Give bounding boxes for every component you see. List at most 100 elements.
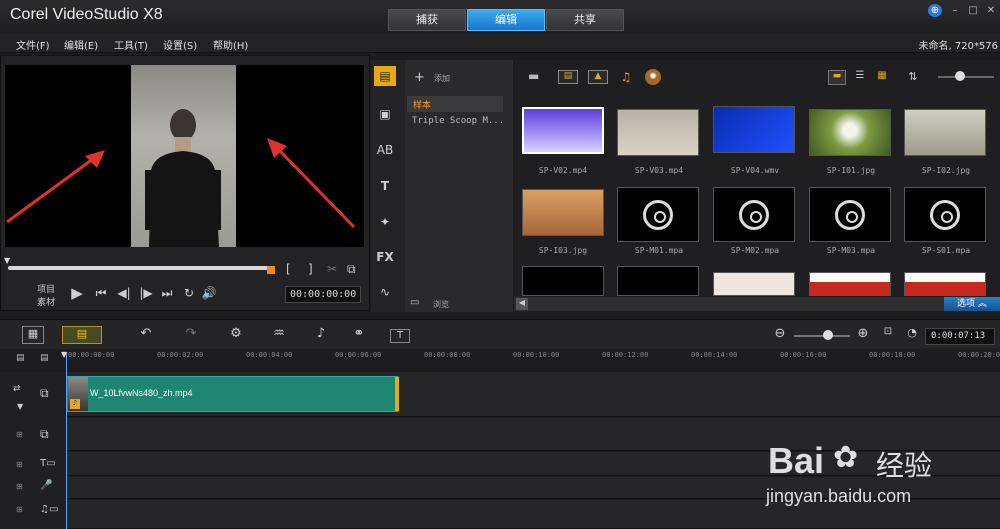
storyboard-view-icon[interactable]: ▦ <box>22 326 44 344</box>
timeline-timecode[interactable]: 0:00:07:13 <box>925 328 995 345</box>
media-icon[interactable]: ▤ <box>374 66 396 86</box>
thumb-sp-v04[interactable] <box>713 106 795 153</box>
timeline-ruler[interactable] <box>0 349 1000 370</box>
scroll-left-icon[interactable]: ◀ <box>516 298 528 310</box>
thumb-sp-m02[interactable] <box>713 187 795 242</box>
redo-icon[interactable]: ↷ <box>179 326 203 341</box>
menu-help[interactable]: 帮助(H) <box>213 37 248 52</box>
library-hscroll[interactable] <box>514 297 944 311</box>
auto-music-icon[interactable]: ♪ <box>309 326 333 341</box>
globe-icon[interactable]: ⊕ <box>928 4 942 17</box>
playhead-handle[interactable]: ▼ <box>61 350 67 359</box>
project-mode-label[interactable]: 项目 <box>37 282 55 295</box>
menu-settings[interactable]: 设置(S) <box>163 37 197 52</box>
transition-icon[interactable]: AB <box>374 140 396 160</box>
options-button[interactable]: 选项 ︽ <box>944 297 1000 311</box>
thumb-row3-5[interactable] <box>904 272 986 296</box>
thumb-row3-1[interactable] <box>522 266 604 296</box>
chapter-icon[interactable]: ▤ <box>40 353 49 363</box>
thumb-sp-v02[interactable] <box>522 107 604 154</box>
copy-icon[interactable]: ⧉ <box>347 262 356 277</box>
ripple-dropdown-icon[interactable]: ▼ <box>17 402 23 411</box>
clip-audio-icon: ♪ <box>70 399 80 409</box>
fit-project-icon[interactable]: ⊡ <box>876 326 900 337</box>
motion-tracking-icon[interactable]: ⚭ <box>347 326 371 341</box>
list-view-icon[interactable]: ▬ <box>828 70 846 85</box>
thumb-sp-m01[interactable] <box>617 187 699 242</box>
path-icon[interactable]: ∿ <box>374 282 396 302</box>
thumb-row3-3[interactable] <box>713 272 795 296</box>
play-icon[interactable]: ▶ <box>68 284 86 302</box>
thumb-row3-4[interactable] <box>809 272 891 296</box>
add-icon[interactable]: + <box>414 70 425 85</box>
mark-in-handle[interactable]: ▼ <box>4 256 14 265</box>
sound-mixer-icon[interactable]: ♒ <box>267 326 291 341</box>
thumb-sp-v03[interactable] <box>617 109 699 156</box>
track-manager-icon[interactable]: ▤ <box>16 353 25 363</box>
zoom-slider[interactable] <box>794 335 850 337</box>
browse-icon[interactable]: ▭ <box>410 297 419 308</box>
mark-out-icon[interactable]: ] <box>308 262 313 276</box>
tab-share[interactable]: 共享 <box>546 9 624 31</box>
thumb-sp-i03[interactable] <box>522 189 604 236</box>
split-icon[interactable]: ✂ <box>327 262 337 276</box>
thumb-sp-m03[interactable] <box>809 187 891 242</box>
go-start-icon[interactable]: ⏮ <box>92 286 110 301</box>
volume-icon[interactable]: 🔊 <box>200 286 218 300</box>
show-photo-icon[interactable]: ▲ <box>588 70 608 84</box>
minimize-icon[interactable]: – <box>948 4 962 17</box>
go-end-icon[interactable]: ⏭ <box>158 286 176 301</box>
undo-icon[interactable]: ↶ <box>134 326 158 341</box>
folder-sample[interactable]: 样本 <box>407 96 503 112</box>
thumb-size-slider[interactable] <box>938 76 994 78</box>
triple-scoop-icon[interactable]: ✺ <box>645 69 661 85</box>
ripple-edit-icon[interactable]: ⇄ <box>13 384 21 394</box>
add-label[interactable]: 添加 <box>434 73 450 84</box>
thumb-sp-i02[interactable] <box>904 109 986 156</box>
show-video-icon[interactable]: ▤ <box>558 70 578 84</box>
subtitle-editor-icon[interactable]: T <box>390 329 410 343</box>
playhead[interactable] <box>66 352 67 529</box>
detail-view-icon[interactable]: ☰ <box>852 70 868 85</box>
mark-in-icon[interactable]: [ <box>286 262 291 276</box>
record-capture-icon[interactable]: ⚙ <box>224 326 248 341</box>
show-audio-icon[interactable]: ♫ <box>616 70 636 84</box>
scrubber-bar[interactable] <box>8 266 272 270</box>
trim-end-marker[interactable] <box>267 266 275 274</box>
clip-end-handle[interactable] <box>395 377 399 411</box>
menu-file[interactable]: 文件(F) <box>16 37 50 52</box>
browse-label[interactable]: 浏览 <box>433 299 449 310</box>
menu-tools[interactable]: 工具(T) <box>114 37 148 52</box>
tab-capture[interactable]: 捕获 <box>388 9 466 31</box>
close-icon[interactable]: ✕ <box>984 4 998 17</box>
prev-frame-icon[interactable]: ◀| <box>115 286 133 300</box>
thumb-view-icon[interactable]: ▦ <box>874 70 890 85</box>
title-icon[interactable]: T <box>374 176 396 196</box>
sort-icon[interactable]: ⇅ <box>905 70 921 86</box>
lock-icon[interactable]: ⊞ <box>16 430 23 439</box>
clip-mode-label[interactable]: 素材 <box>37 295 55 308</box>
lock-icon[interactable]: ⊞ <box>16 505 23 514</box>
thumb-sp-i01[interactable] <box>809 109 891 156</box>
repeat-icon[interactable]: ↻ <box>180 286 198 300</box>
folder-open-icon[interactable]: ▬ <box>528 69 539 83</box>
instant-project-icon[interactable]: ▣ <box>374 104 396 124</box>
duration-icon[interactable]: ◔ <box>900 326 924 339</box>
thumb-sp-s01[interactable] <box>904 187 986 242</box>
timeline-view-icon[interactable]: ▤ <box>62 326 102 344</box>
filter-icon[interactable]: FX <box>374 247 396 267</box>
zoom-in-icon[interactable]: ⊕ <box>851 326 875 341</box>
folder-triple-scoop[interactable]: Triple Scoop M... <box>412 116 504 126</box>
thumb-size-knob[interactable] <box>955 71 965 81</box>
player-timecode[interactable]: 00:00:00:00 <box>285 286 361 303</box>
zoom-knob[interactable] <box>823 330 833 340</box>
maximize-icon[interactable]: □ <box>966 4 980 17</box>
tab-edit[interactable]: 编辑 <box>467 9 545 31</box>
menu-edit[interactable]: 编辑(E) <box>64 37 98 52</box>
graphic-icon[interactable]: ✦ <box>374 212 396 232</box>
lock-icon[interactable]: ⊞ <box>16 460 23 469</box>
thumb-row3-2[interactable] <box>617 266 699 296</box>
next-frame-icon[interactable]: |▶ <box>137 286 155 300</box>
zoom-out-icon[interactable]: ⊖ <box>768 326 792 341</box>
lock-icon[interactable]: ⊞ <box>16 482 23 491</box>
